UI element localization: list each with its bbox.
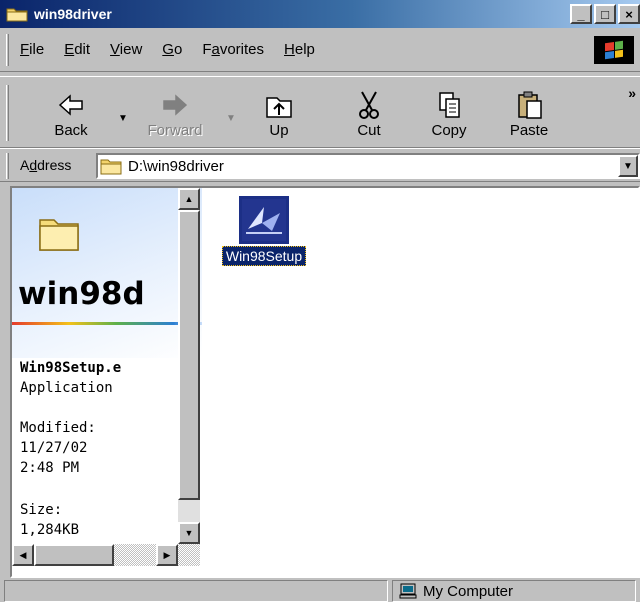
toolbar-grip[interactable] <box>6 85 9 141</box>
menu-favorites-label: vorites <box>219 41 265 58</box>
folder-view[interactable]: win98d Win98Setup.e Application Modified… <box>10 186 640 578</box>
cut-label: Cut <box>357 122 381 139</box>
menu-bar: File Edit View Go Favorites Help <box>0 28 640 72</box>
installer-glyph-icon <box>242 199 286 241</box>
panel-selected-name: Win98Setup.e <box>20 360 122 376</box>
menu-view[interactable]: View <box>110 41 142 58</box>
forward-button[interactable]: Forward <box>140 81 210 145</box>
menu-go-label: o <box>173 41 183 58</box>
panel-modified-label: Modified: <box>20 420 96 436</box>
paste-icon <box>518 91 542 119</box>
copy-label: Copy <box>431 122 467 139</box>
menu-file-label: ile <box>29 41 45 58</box>
panel-modified-date: 11/27/02 <box>20 440 88 456</box>
menu-file[interactable]: File <box>20 41 44 58</box>
up-label: Up <box>269 122 289 139</box>
windows-logo-icon <box>594 36 634 64</box>
address-bar: Address D:\win98driver ▼ <box>0 148 640 182</box>
panel-color-rule <box>12 322 202 325</box>
copy-button[interactable]: Copy <box>414 81 484 145</box>
cut-button[interactable]: Cut <box>334 81 404 145</box>
scroll-left-icon[interactable]: ◀ <box>12 544 34 566</box>
menu-help-accel: H <box>284 41 295 58</box>
panel-modified-time: 2:48 PM <box>20 460 80 476</box>
folder-icon <box>6 8 28 22</box>
file-item-win98setup[interactable]: Win98Setup <box>214 196 314 266</box>
back-dropdown-icon[interactable]: ▼ <box>118 113 128 124</box>
status-pane-zone: My Computer <box>392 580 636 602</box>
folder-icon <box>100 159 122 175</box>
computer-icon <box>399 583 417 599</box>
up-button[interactable]: Up <box>244 81 314 145</box>
menu-go[interactable]: Go <box>162 41 182 58</box>
menu-file-accel: F <box>20 41 30 58</box>
scroll-down-icon[interactable]: ▼ <box>178 522 200 544</box>
menu-help[interactable]: Help <box>284 41 315 58</box>
horizontal-scroll-thumb[interactable] <box>34 544 114 566</box>
paste-label: Paste <box>509 122 549 139</box>
web-view-panel: win98d Win98Setup.e Application Modified… <box>12 188 202 576</box>
panel-vertical-scrollbar[interactable]: ▲ ▼ <box>178 188 200 544</box>
menu-edit-label: dit <box>74 41 91 58</box>
panel-horizontal-scrollbar[interactable]: ◀ ▶ <box>12 544 200 566</box>
address-label-accel: d <box>29 157 38 173</box>
panel-selected-type: Application <box>20 380 113 396</box>
maximize-button[interactable]: □ <box>594 4 616 24</box>
status-bar: My Computer <box>0 578 640 602</box>
address-label-pre: A <box>20 157 30 173</box>
menu-edit[interactable]: Edit <box>64 41 90 58</box>
address-dropdown-button[interactable]: ▼ <box>618 155 638 177</box>
window-title: win98driver <box>34 6 112 22</box>
back-button[interactable]: Back <box>36 81 106 145</box>
close-button[interactable]: × <box>618 4 640 24</box>
menu-go-accel: G <box>162 41 174 58</box>
file-label: Win98Setup <box>221 246 307 266</box>
address-grip[interactable] <box>6 153 9 179</box>
address-value: D:\win98driver <box>128 157 224 175</box>
menu-edit-accel: E <box>64 41 75 58</box>
scroll-up-icon[interactable]: ▲ <box>178 188 200 210</box>
scroll-right-icon[interactable]: ▶ <box>156 544 178 566</box>
toolbar-more-icon[interactable]: » <box>628 85 636 101</box>
menu-view-accel: V <box>110 41 120 58</box>
status-pane-main <box>4 580 388 602</box>
toolbar: Back ▼ Forward ▼ Up Cut Copy Paste » <box>0 76 640 148</box>
paste-button[interactable]: Paste <box>494 81 564 145</box>
status-zone-text: My Computer <box>423 582 514 600</box>
large-folder-icon <box>39 219 79 251</box>
panel-folder-title: win98d <box>18 276 145 312</box>
forward-arrow-icon <box>163 94 188 116</box>
copy-icon <box>439 92 460 118</box>
installer-icon <box>239 196 289 244</box>
forward-dropdown-icon[interactable]: ▼ <box>226 113 236 124</box>
menu-help-label: elp <box>294 41 315 58</box>
vertical-scroll-thumb[interactable] <box>178 210 200 500</box>
panel-size-value: 1,284KB <box>20 522 80 538</box>
back-arrow-icon <box>58 94 83 116</box>
address-label-rest: dress <box>37 157 72 173</box>
forward-label: Forward <box>147 122 203 139</box>
menu-view-label: iew <box>119 41 143 58</box>
scissors-icon <box>359 91 379 119</box>
menu-favorites-accel: a <box>211 41 220 58</box>
panel-size-label: Size: <box>20 502 63 518</box>
menu-grip[interactable] <box>6 34 9 66</box>
address-label: Address <box>20 157 71 173</box>
menu-favorites[interactable]: Favorites <box>202 41 264 58</box>
title-bar[interactable]: win98driver _ □ × <box>0 0 640 28</box>
back-label: Back <box>54 122 88 139</box>
up-folder-icon <box>266 97 292 118</box>
minimize-button[interactable]: _ <box>570 4 592 24</box>
address-input[interactable]: D:\win98driver ▼ <box>96 153 640 179</box>
